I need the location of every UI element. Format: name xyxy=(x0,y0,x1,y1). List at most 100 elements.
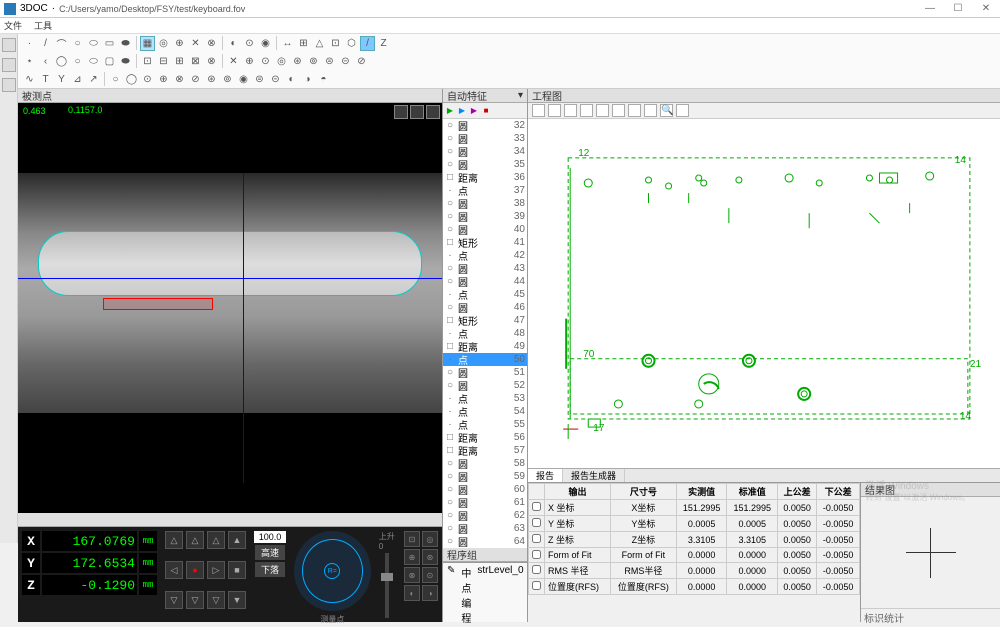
rail-item-1[interactable] xyxy=(2,38,16,52)
tool-h-icon[interactable]: ◉ xyxy=(258,36,273,51)
lc-2[interactable]: ◎ xyxy=(422,531,438,547)
t2-a-icon[interactable]: ⋆ xyxy=(22,54,37,69)
jog-5[interactable]: ◁ xyxy=(165,561,183,579)
pause-icon[interactable]: ▶ xyxy=(457,106,467,116)
t2-r-icon[interactable]: ⊚ xyxy=(306,54,321,69)
lc-6[interactable]: ⊙ xyxy=(422,567,438,583)
dt-10-icon[interactable] xyxy=(676,104,689,117)
tool-g-icon[interactable]: ⊙ xyxy=(242,36,257,51)
t2-s-icon[interactable]: ⊜ xyxy=(322,54,337,69)
t3-o-icon[interactable]: ⊜ xyxy=(252,72,267,87)
t2-g-icon[interactable]: ⬬ xyxy=(118,54,133,69)
dim-f-icon[interactable]: / xyxy=(360,36,375,51)
t3-g-icon[interactable]: ◯ xyxy=(124,72,139,87)
dt-2-icon[interactable] xyxy=(548,104,561,117)
ellipse-icon[interactable]: ⬭ xyxy=(86,36,101,51)
close-button[interactable]: ✕ xyxy=(976,2,996,16)
tool-a-icon[interactable]: ▦ xyxy=(140,36,155,51)
line-icon[interactable]: / xyxy=(38,36,53,51)
drawing-canvas[interactable]: 12 14 70 21 17 14 xyxy=(528,119,1000,468)
circle-control[interactable]: R= 测量点 xyxy=(294,531,371,611)
t2-m-icon[interactable]: ✕ xyxy=(226,54,241,69)
jog-6[interactable]: ▷ xyxy=(207,561,225,579)
viewer-ctrl-3-icon[interactable] xyxy=(426,105,440,119)
t2-d-icon[interactable]: ○ xyxy=(70,54,85,69)
dt-6-icon[interactable] xyxy=(612,104,625,117)
tool-e-icon[interactable]: ⊗ xyxy=(204,36,219,51)
dt-3-icon[interactable] xyxy=(564,104,577,117)
lc-5[interactable]: ⊗ xyxy=(404,567,420,583)
menu-tool[interactable]: 工具 xyxy=(34,19,52,32)
dt-1-icon[interactable] xyxy=(532,104,545,117)
lc-4[interactable]: ⊛ xyxy=(422,549,438,565)
table-row[interactable]: Form of FitForm of Fit0.00000.00000.0050… xyxy=(529,548,860,563)
tool-b-icon[interactable]: ◎ xyxy=(156,36,171,51)
feature-list[interactable]: ○圆32○圆33○圆34○圆35□距离36·点37○圆38○圆39○圆40□矩形… xyxy=(443,119,527,548)
results-table[interactable]: 输出尺寸号实测值标准值上公差下公差X 坐标X坐标151.2995151.2995… xyxy=(528,483,860,622)
t3-r-icon[interactable]: ◑ xyxy=(300,72,315,87)
dt-5-icon[interactable] xyxy=(596,104,609,117)
minimize-button[interactable]: — xyxy=(920,2,940,16)
t2-t-icon[interactable]: ⊝ xyxy=(338,54,353,69)
dt-8-icon[interactable] xyxy=(644,104,657,117)
step-icon[interactable]: ▶ xyxy=(469,106,479,116)
lc-1[interactable]: ⊡ xyxy=(404,531,420,547)
image-viewer[interactable]: 0.463 0.1157.0 xyxy=(18,103,442,513)
t2-e-icon[interactable]: ⬭ xyxy=(86,54,101,69)
t3-b-icon[interactable]: T xyxy=(38,72,53,87)
jog-8[interactable]: ▽ xyxy=(165,591,183,609)
dim-d-icon[interactable]: ⊡ xyxy=(328,36,343,51)
tool-d-icon[interactable]: ✕ xyxy=(188,36,203,51)
jog-10[interactable]: ▽ xyxy=(207,591,225,609)
jog-3[interactable]: △ xyxy=(207,531,225,549)
t3-h-icon[interactable]: ⊙ xyxy=(140,72,155,87)
rail-item-3[interactable] xyxy=(2,78,16,92)
viewer-ctrl-1-icon[interactable] xyxy=(394,105,408,119)
circle-icon[interactable]: ○ xyxy=(70,36,85,51)
speed-high-button[interactable]: 高速 xyxy=(255,545,285,560)
t3-p-icon[interactable]: ⊝ xyxy=(268,72,283,87)
dim-g-icon[interactable]: Z xyxy=(376,36,391,51)
dim-b-icon[interactable]: ⊞ xyxy=(296,36,311,51)
t3-j-icon[interactable]: ⊗ xyxy=(172,72,187,87)
t3-n-icon[interactable]: ◉ xyxy=(236,72,251,87)
t3-i-icon[interactable]: ⊕ xyxy=(156,72,171,87)
t2-l-icon[interactable]: ⊗ xyxy=(204,54,219,69)
t3-d-icon[interactable]: ⊿ xyxy=(70,72,85,87)
t3-c-icon[interactable]: Y xyxy=(54,72,69,87)
dim-e-icon[interactable]: ⬡ xyxy=(344,36,359,51)
t2-i-icon[interactable]: ⊟ xyxy=(156,54,171,69)
jog-9[interactable]: ▽ xyxy=(186,591,204,609)
t3-l-icon[interactable]: ⊛ xyxy=(204,72,219,87)
t3-e-icon[interactable]: ↗ xyxy=(86,72,101,87)
lc-7[interactable]: ◐ xyxy=(404,585,420,601)
tool-f-icon[interactable]: ◐ xyxy=(226,36,241,51)
play-icon[interactable]: ▶ xyxy=(445,106,455,116)
dim-c-icon[interactable]: △ xyxy=(312,36,327,51)
t2-k-icon[interactable]: ⊠ xyxy=(188,54,203,69)
table-row[interactable]: 位置度(RFS)位置度(RFS)0.00000.00000.0050-0.005… xyxy=(529,579,860,595)
arc-icon[interactable]: ⌒ xyxy=(54,36,69,51)
slot-icon[interactable]: ⬬ xyxy=(118,36,133,51)
t2-n-icon[interactable]: ⊕ xyxy=(242,54,257,69)
t2-o-icon[interactable]: ⊙ xyxy=(258,54,273,69)
t3-a-icon[interactable]: ∿ xyxy=(22,72,37,87)
t3-f-icon[interactable]: ○ xyxy=(108,72,123,87)
t2-c-icon[interactable]: ◯ xyxy=(54,54,69,69)
t3-q-icon[interactable]: ◐ xyxy=(284,72,299,87)
t2-f-icon[interactable]: ▢ xyxy=(102,54,117,69)
dt-zoom-icon[interactable]: 🔍 xyxy=(660,104,673,117)
row-checkbox[interactable] xyxy=(532,502,541,511)
t3-m-icon[interactable]: ⊚ xyxy=(220,72,235,87)
rect-icon[interactable]: ▭ xyxy=(102,36,117,51)
row-checkbox[interactable] xyxy=(532,550,541,559)
lc-3[interactable]: ⊕ xyxy=(404,549,420,565)
t3-s-icon[interactable]: ◓ xyxy=(316,72,331,87)
t2-p-icon[interactable]: ◎ xyxy=(274,54,289,69)
tool-c-icon[interactable]: ⊕ xyxy=(172,36,187,51)
dt-7-icon[interactable] xyxy=(628,104,641,117)
slider[interactable] xyxy=(385,553,389,618)
selection-box[interactable] xyxy=(103,298,213,310)
t2-j-icon[interactable]: ⊞ xyxy=(172,54,187,69)
jog-11[interactable]: ▼ xyxy=(228,591,246,609)
